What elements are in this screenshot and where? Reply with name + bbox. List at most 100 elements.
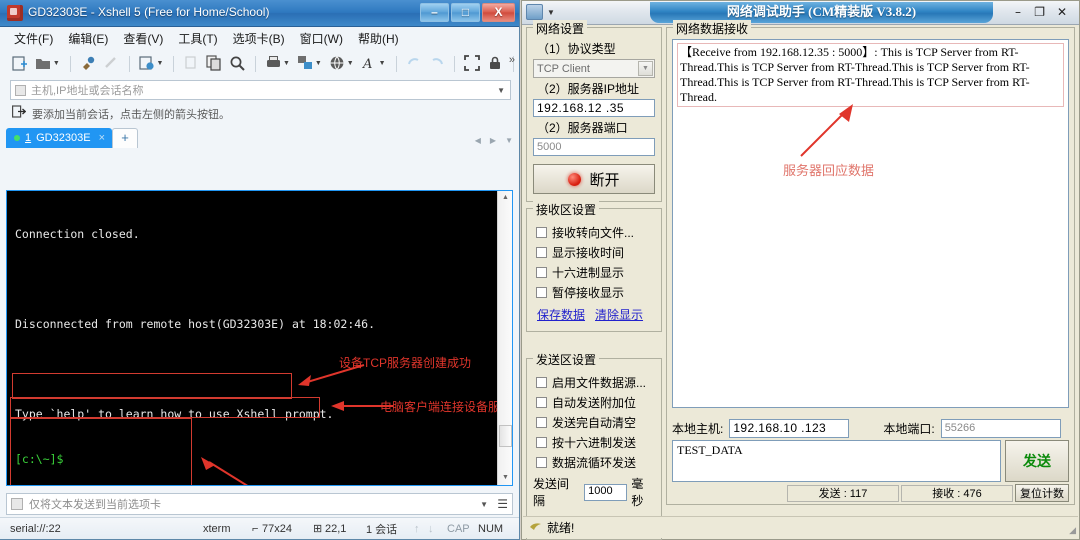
send-option-row[interactable]: 发送完自动清空 [536, 414, 655, 431]
recv-option-row[interactable]: 暂停接收显示 [536, 284, 655, 301]
recv-data-group: 网络数据接收 【Receive from 192.168.12.35 : 500… [666, 20, 1075, 505]
tab-next-icon[interactable]: ▶ [490, 136, 496, 145]
open-folder-chevron-icon[interactable]: ▼ [53, 60, 60, 67]
checkbox-auto-clear[interactable] [536, 417, 547, 428]
server-port-label: （2）服务器端口 [537, 121, 628, 135]
reset-counter-button[interactable]: 复位计数 [1015, 484, 1069, 502]
tab-close-icon[interactable]: × [99, 132, 105, 144]
scroll-up-icon[interactable]: ▲ [498, 191, 512, 205]
menu-file[interactable]: 文件(F) [14, 30, 53, 47]
menu-tools[interactable]: 工具(T) [178, 30, 217, 47]
server-ip-input[interactable]: 192.168.12 .35 [533, 99, 655, 117]
nda-maximize-button[interactable]: ❐ [1034, 5, 1045, 19]
send-chevron-down-icon[interactable]: ▼ [480, 500, 488, 509]
send-row: TEST_DATA 发送 [672, 440, 1069, 482]
menu-window[interactable]: 窗口(W) [300, 30, 343, 47]
menu-help[interactable]: 帮助(H) [358, 30, 399, 47]
connect-icon[interactable] [78, 53, 99, 74]
clear-display-link[interactable]: 清除显示 [595, 306, 643, 323]
annotation-text-client-connected: 电脑客户端连接设备服务器成功 [380, 400, 512, 414]
transfer-icon[interactable] [295, 53, 316, 74]
maximize-button[interactable]: □ [451, 3, 480, 22]
toolbar-overflow-icon[interactable]: » [509, 54, 515, 66]
print-chevron-icon[interactable]: ▼ [283, 60, 290, 67]
checkbox-auto-append[interactable] [536, 397, 547, 408]
send-option-row[interactable]: 自动发送附加位 [536, 394, 655, 411]
tab-index: 1 [25, 132, 32, 144]
session-properties-icon[interactable] [137, 53, 158, 74]
checkbox-pause-recv[interactable] [536, 287, 547, 298]
find-icon[interactable] [227, 53, 248, 74]
address-bar[interactable]: 主机,IP地址或会话名称 ▼ [10, 80, 511, 100]
status-size-icon: ⌐ [252, 522, 259, 535]
send-option-row[interactable]: 数据流循环发送 [536, 454, 655, 471]
nda-left-panel: 网络设置 （1）协议类型 TCP Client ▼ （2）服务器IP地址 192… [526, 20, 662, 540]
nda-menu-chevron-down-icon[interactable]: ▼ [547, 8, 555, 17]
nda-minimize-button[interactable]: – [1015, 5, 1021, 19]
send-button[interactable]: 发送 [1005, 440, 1069, 482]
new-tab-button[interactable]: + [112, 128, 138, 148]
font-chevron-icon[interactable]: ▼ [379, 60, 386, 67]
tab-list-chevron-down-icon[interactable]: ▼ [505, 136, 513, 145]
protocol-select[interactable]: TCP Client ▼ [533, 59, 655, 78]
lock-icon[interactable] [485, 53, 506, 74]
transfer-chevron-icon[interactable]: ▼ [315, 60, 322, 67]
status-caps: CAP [447, 522, 470, 535]
recv-option-row[interactable]: 接收转向文件... [536, 224, 655, 241]
print-icon[interactable] [263, 53, 284, 74]
tab-gd32303e[interactable]: 1 GD32303E × [6, 128, 112, 148]
close-button[interactable]: X [482, 3, 515, 22]
globe-chevron-icon[interactable]: ▼ [347, 60, 354, 67]
font-icon[interactable]: A [359, 53, 380, 74]
disconnect-icon [101, 53, 122, 74]
send-data-input[interactable]: TEST_DATA [672, 440, 1001, 482]
network-settings-group: 网络设置 （1）协议类型 TCP Client ▼ （2）服务器IP地址 192… [526, 20, 662, 202]
send-option-label: 启用文件数据源... [552, 376, 647, 390]
protocol-chevron-down-icon[interactable]: ▼ [638, 61, 653, 76]
globe-icon[interactable] [327, 53, 348, 74]
toolbar-separator-2 [128, 55, 130, 72]
menu-edit[interactable]: 编辑(E) [68, 30, 108, 47]
send-option-row[interactable]: 按十六进制发送 [536, 434, 655, 451]
send-menu-icon[interactable]: ☰ [497, 497, 508, 511]
minimize-button[interactable]: – [420, 3, 449, 22]
send-option-row[interactable]: 启用文件数据源... [536, 374, 655, 391]
scrollbar-thumb[interactable] [499, 425, 512, 447]
nda-status-text: 就绪! [547, 521, 575, 535]
terminal-scrollbar[interactable]: ▲ ▼ [497, 191, 512, 485]
recv-data-area[interactable]: 【Receive from 192.168.12.35 : 5000】: Thi… [672, 39, 1069, 408]
checkbox-hex-display[interactable] [536, 267, 547, 278]
checkbox-hex-send[interactable] [536, 437, 547, 448]
fullscreen-icon[interactable] [462, 53, 483, 74]
checkbox-recv-to-file[interactable] [536, 227, 547, 238]
send-to-tab-bar[interactable]: 仅将文本发送到当前选项卡 ▼ ☰ [6, 493, 513, 515]
scroll-down-icon[interactable]: ▼ [498, 471, 512, 485]
menu-view[interactable]: 查看(V) [123, 30, 163, 47]
xshell-body: 文件(F) 编辑(E) 查看(V) 工具(T) 选项卡(B) 窗口(W) 帮助(… [0, 27, 519, 539]
disconnect-button[interactable]: 断开 [533, 164, 655, 194]
recv-option-row[interactable]: 显示接收时间 [536, 244, 655, 261]
add-session-arrow-icon[interactable] [12, 105, 27, 123]
annotation-box-connection [10, 397, 320, 418]
address-chevron-down-icon[interactable]: ▼ [497, 86, 505, 95]
new-session-icon[interactable] [10, 53, 31, 74]
local-port-value[interactable]: 55266 [940, 418, 1061, 438]
copy-icon[interactable] [204, 53, 225, 74]
checkbox-loop-send[interactable] [536, 457, 547, 468]
server-port-input[interactable]: 5000 [533, 138, 655, 156]
checkbox-show-recv-time[interactable] [536, 247, 547, 258]
properties-chevron-icon[interactable]: ▼ [156, 60, 163, 67]
terminal[interactable]: Connection closed. Disconnected from rem… [6, 190, 513, 486]
nda-close-button[interactable]: ✕ [1057, 5, 1067, 19]
open-folder-icon[interactable] [33, 53, 54, 74]
recv-settings-title: 接收区设置 [533, 201, 600, 218]
save-data-link[interactable]: 保存数据 [537, 306, 585, 323]
ready-icon [529, 519, 542, 537]
tab-prev-icon[interactable]: ◀ [475, 136, 481, 145]
checkbox-file-source[interactable] [536, 377, 547, 388]
screen: GD32303E - Xshell 5 (Free for Home/Schoo… [0, 0, 1080, 540]
resize-grip-icon[interactable]: ◢ [1069, 525, 1076, 536]
recv-option-row[interactable]: 十六进制显示 [536, 264, 655, 281]
send-interval-input[interactable]: 1000 [584, 483, 628, 501]
menu-tabs[interactable]: 选项卡(B) [233, 30, 285, 47]
